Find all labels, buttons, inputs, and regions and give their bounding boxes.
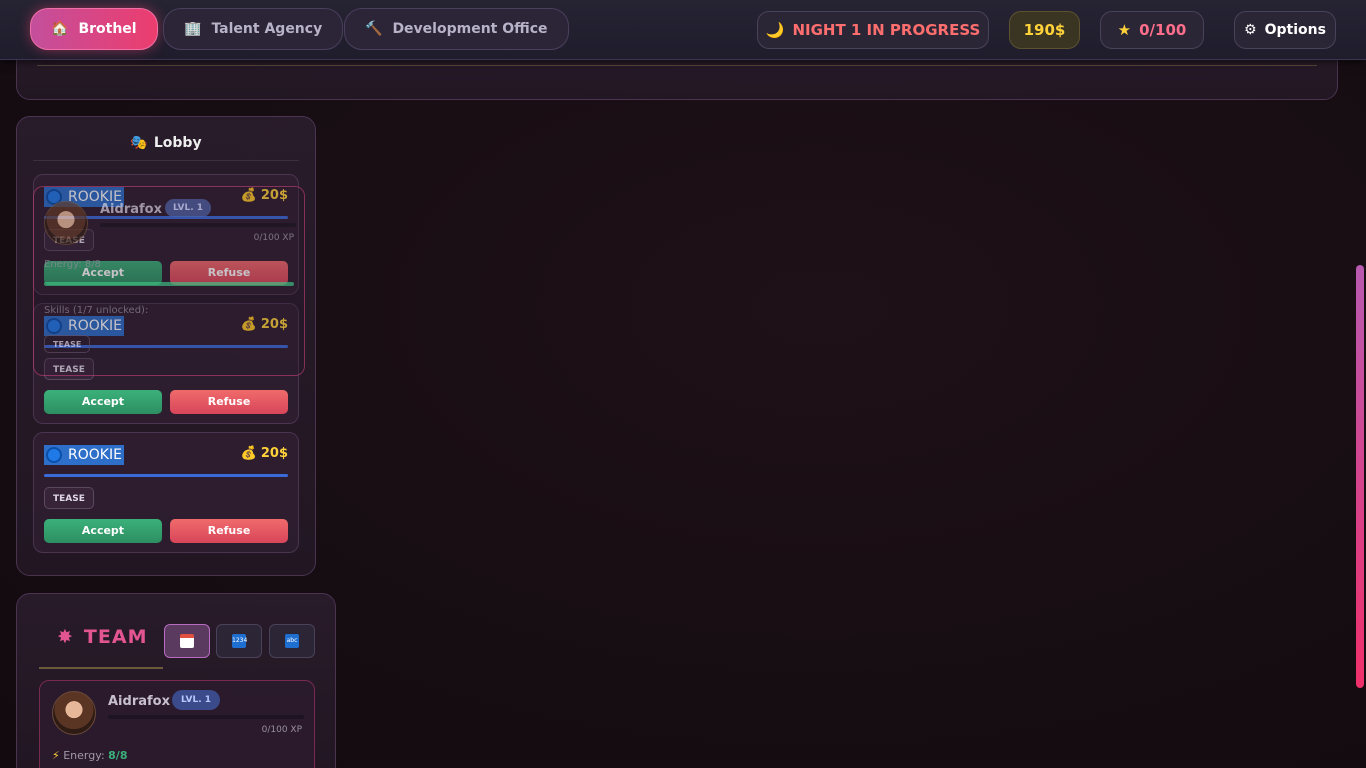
tab-brothel[interactable]: 🏠 Brothel <box>30 8 158 50</box>
level-badge: LVL. 1 <box>172 690 221 710</box>
hammer-icon: 🔨 <box>365 21 383 37</box>
tab-development-office-label: Development Office <box>392 21 548 37</box>
gear-icon: ⚙ <box>1244 22 1257 38</box>
reward-text: 20$ <box>260 446 288 461</box>
night-status: 🌙 NIGHT 1 IN PROGRESS <box>757 11 989 49</box>
rank-badge: ROOKIE <box>44 445 124 465</box>
accept-button[interactable]: Accept <box>44 390 162 414</box>
energy-value: 8/8 <box>108 749 128 762</box>
team-title-text: TEAM <box>83 626 148 648</box>
energy-label: Energy: <box>63 749 105 762</box>
tab-talent-agency[interactable]: 🏢 Talent Agency <box>163 8 344 50</box>
team-title: ✸ TEAM <box>57 626 147 648</box>
energy-status: ⚡ Energy: 8/8 <box>52 749 127 762</box>
calendar-icon <box>180 634 194 648</box>
money-display: 190$ <box>1009 11 1080 49</box>
theater-masks-icon: 🎭 <box>130 135 148 151</box>
rank-label: ROOKIE <box>68 447 122 463</box>
accept-button[interactable]: Accept <box>44 519 162 543</box>
xp-text: 0/100 XP <box>253 233 294 243</box>
avatar <box>44 201 88 245</box>
request-bar <box>44 474 288 477</box>
girl-name: Aidrafox <box>100 202 162 217</box>
xp-bar <box>100 223 296 227</box>
dragged-girl-card[interactable]: Aidrafox LVL. 1 0/100 XP Energy: 8/8 Ski… <box>33 186 305 376</box>
level-badge: LVL. 1 <box>165 199 212 217</box>
number-grid-icon: 1234 <box>232 634 247 648</box>
money-text: 190$ <box>1023 21 1066 39</box>
team-panel: ✸ TEAM 1234 abc Aidrafox LVL. 1 0/100 XP… <box>16 593 336 768</box>
building-icon: 🏢 <box>184 21 202 37</box>
team-icon: ✸ <box>57 626 74 648</box>
rank-dot-icon <box>46 447 62 463</box>
lightning-icon: ⚡ <box>52 749 60 762</box>
refuse-button[interactable]: Refuse <box>170 390 288 414</box>
xp-text: 0/100 XP <box>261 725 302 735</box>
xp-bar <box>108 715 304 719</box>
star-icon: ★ <box>1117 21 1132 39</box>
tab-number-grid[interactable]: 1234 <box>216 624 262 658</box>
stars-display: ★ 0/100 <box>1100 11 1204 49</box>
tab-abc[interactable]: abc <box>269 624 315 658</box>
client-request-card: ROOKIE 💰 20$ TEASE Accept Refuse <box>33 432 299 553</box>
divider <box>37 65 1317 66</box>
divider <box>33 160 299 161</box>
money-bag-icon: 💰 <box>240 446 257 461</box>
scrollbar-thumb[interactable] <box>1356 265 1364 688</box>
tab-development-office[interactable]: 🔨 Development Office <box>344 8 569 50</box>
skills-text: Skills (1/7 unlocked): <box>44 305 149 316</box>
options-button[interactable]: ⚙ Options <box>1234 11 1336 49</box>
energy-text: Energy: 8/8 <box>44 259 101 270</box>
moon-icon: 🌙 <box>765 21 785 39</box>
stars-text: 0/100 <box>1139 21 1187 39</box>
tab-brothel-label: Brothel <box>78 21 137 37</box>
team-member-card[interactable]: Aidrafox LVL. 1 0/100 XP ⚡ Energy: 8/8 <box>39 680 315 768</box>
reward: 💰 20$ <box>241 446 288 461</box>
tab-calendar[interactable] <box>164 624 210 658</box>
refuse-button[interactable]: Refuse <box>170 519 288 543</box>
avatar <box>52 691 96 735</box>
abc-icon: abc <box>285 634 299 648</box>
options-label: Options <box>1264 22 1326 38</box>
tab-talent-agency-label: Talent Agency <box>211 21 323 37</box>
house-icon: 🏠 <box>51 21 69 37</box>
skill-tag: TEASE <box>44 335 91 353</box>
divider <box>39 667 163 669</box>
top-bar: 🏠 Brothel 🏢 Talent Agency 🔨 Development … <box>0 0 1366 60</box>
lobby-title: 🎭 Lobby <box>17 135 315 151</box>
lobby-title-text: Lobby <box>153 135 202 151</box>
night-status-text: NIGHT 1 IN PROGRESS <box>792 21 981 39</box>
member-name: Aidrafox <box>108 694 170 709</box>
energy-bar <box>44 282 294 286</box>
required-skill-tag: TEASE <box>44 487 94 509</box>
